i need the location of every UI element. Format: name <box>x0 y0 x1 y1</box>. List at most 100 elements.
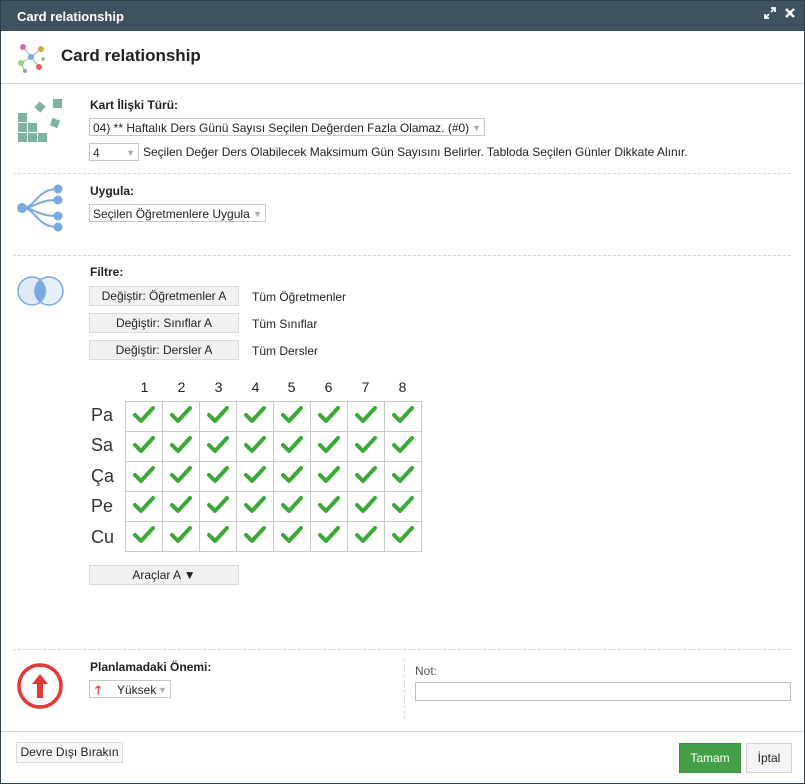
section-divider <box>13 649 791 650</box>
grid-cell[interactable] <box>273 461 311 492</box>
grid-row <box>125 401 422 432</box>
grid-cell[interactable] <box>384 461 422 492</box>
subjects-filter-value: Tüm Dersler <box>252 344 319 358</box>
vertical-divider <box>404 659 405 719</box>
checkmark-icon <box>207 406 229 423</box>
apply-tree-icon <box>15 184 67 235</box>
maximize-icon[interactable] <box>764 7 776 23</box>
change-subjects-button[interactable]: Değiştir: Dersler A <box>89 340 239 360</box>
grid-cell[interactable] <box>199 521 237 552</box>
grid-cell[interactable] <box>125 521 163 552</box>
checkmark-icon <box>170 466 192 483</box>
grid-cell[interactable] <box>347 461 385 492</box>
importance-select[interactable]: 🡑 Yüksek ▼ <box>89 680 171 698</box>
checkmark-icon <box>392 496 414 513</box>
grid-col-header: 3 <box>214 379 223 395</box>
grid-cell[interactable] <box>310 521 348 552</box>
grid-cell[interactable] <box>347 491 385 522</box>
grid-row-header: Sa <box>91 435 114 455</box>
arrow-up-icon: 🡑 <box>95 683 102 697</box>
change-teachers-button[interactable]: Değiştir: Öğretmenler A <box>89 286 239 306</box>
section-divider <box>13 173 791 174</box>
grid-cell[interactable] <box>273 431 311 462</box>
grid-cell[interactable] <box>310 431 348 462</box>
max-days-select[interactable]: 4 ▼ <box>89 143 139 161</box>
checkmark-icon <box>133 466 155 483</box>
grid-cell[interactable] <box>236 461 274 492</box>
grid-cell[interactable] <box>162 461 200 492</box>
grid-cell[interactable] <box>236 431 274 462</box>
grid-cell[interactable] <box>384 521 422 552</box>
grid-cell[interactable] <box>162 521 200 552</box>
grid-cell[interactable] <box>162 491 200 522</box>
checkmark-icon <box>133 406 155 423</box>
checkmark-icon <box>207 436 229 453</box>
disable-button[interactable]: Devre Dışı Bırakın <box>16 742 123 763</box>
checkmark-icon <box>392 406 414 423</box>
checkmark-icon <box>355 436 377 453</box>
grid-cell[interactable] <box>199 461 237 492</box>
grid-cell[interactable] <box>384 401 422 432</box>
grid-cell[interactable] <box>125 431 163 462</box>
grid-cell[interactable] <box>347 431 385 462</box>
grid-cell[interactable] <box>236 491 274 522</box>
grid-cell[interactable] <box>236 401 274 432</box>
grid-cell[interactable] <box>347 521 385 552</box>
checkmark-icon <box>244 466 266 483</box>
grid-col-header: 6 <box>324 379 333 395</box>
grid-cell[interactable] <box>199 491 237 522</box>
note-input[interactable] <box>415 682 791 701</box>
filter-label: Filtre: <box>90 265 124 279</box>
grid-cell[interactable] <box>162 431 200 462</box>
checkmark-icon <box>133 436 155 453</box>
grid-cell[interactable] <box>310 461 348 492</box>
checkmark-icon <box>318 466 340 483</box>
chevron-down-icon: ▼ <box>253 209 262 219</box>
checkmark-icon <box>244 406 266 423</box>
grid-cell[interactable] <box>273 521 311 552</box>
apply-value: Seçilen Öğretmenlere Uygula <box>93 207 250 221</box>
grid-cell[interactable] <box>347 401 385 432</box>
importance-value: Yüksek <box>117 683 157 697</box>
teachers-filter-value: Tüm Öğretmenler <box>252 290 347 304</box>
grid-cell[interactable] <box>310 401 348 432</box>
grid-cell[interactable] <box>125 491 163 522</box>
grid-cell[interactable] <box>162 401 200 432</box>
checkmark-icon <box>281 436 303 453</box>
checkmark-icon <box>207 496 229 513</box>
ok-button[interactable]: Tamam <box>679 743 741 773</box>
grid-col-header: 1 <box>140 379 149 395</box>
checkmark-icon <box>355 526 377 543</box>
grid-row-header: Pe <box>91 496 114 516</box>
grid-cell[interactable] <box>273 491 311 522</box>
grid-cell[interactable] <box>236 521 274 552</box>
importance-up-arrow-icon <box>15 661 65 714</box>
checkmark-icon <box>318 406 340 423</box>
grid-cell[interactable] <box>384 491 422 522</box>
grid-cell[interactable] <box>384 431 422 462</box>
change-classes-button[interactable]: Değiştir: Sınıflar A <box>89 313 239 333</box>
cancel-button[interactable]: İptal <box>746 743 792 773</box>
grid-cell[interactable] <box>125 461 163 492</box>
tools-button[interactable]: Araçlar A ▼ <box>89 565 239 585</box>
grid-cell[interactable] <box>310 491 348 522</box>
checkmark-icon <box>133 526 155 543</box>
classes-filter-value: Tüm Sınıflar <box>252 317 318 331</box>
importance-label: Planlamadaki Önemi: <box>90 660 212 674</box>
window-title: Card relationship <box>17 9 124 24</box>
grid-cell[interactable] <box>199 401 237 432</box>
apply-select[interactable]: Seçilen Öğretmenlere Uygula ▼ <box>89 204 266 222</box>
checkmark-icon <box>318 436 340 453</box>
grid-row-header: Cu <box>91 527 115 547</box>
grid-cell[interactable] <box>199 431 237 462</box>
checkmark-icon <box>318 496 340 513</box>
grid-cell[interactable] <box>125 401 163 432</box>
grid-col-header: 7 <box>361 379 370 395</box>
checkmark-icon <box>244 526 266 543</box>
relationship-type-select[interactable]: 04) ** Haftalık Ders Günü Sayısı Seçilen… <box>89 118 485 136</box>
window-titlebar[interactable]: Card relationship <box>1 1 804 31</box>
grid-cell[interactable] <box>273 401 311 432</box>
close-icon[interactable] <box>784 7 796 23</box>
checkmark-icon <box>170 526 192 543</box>
checkmark-icon <box>281 496 303 513</box>
